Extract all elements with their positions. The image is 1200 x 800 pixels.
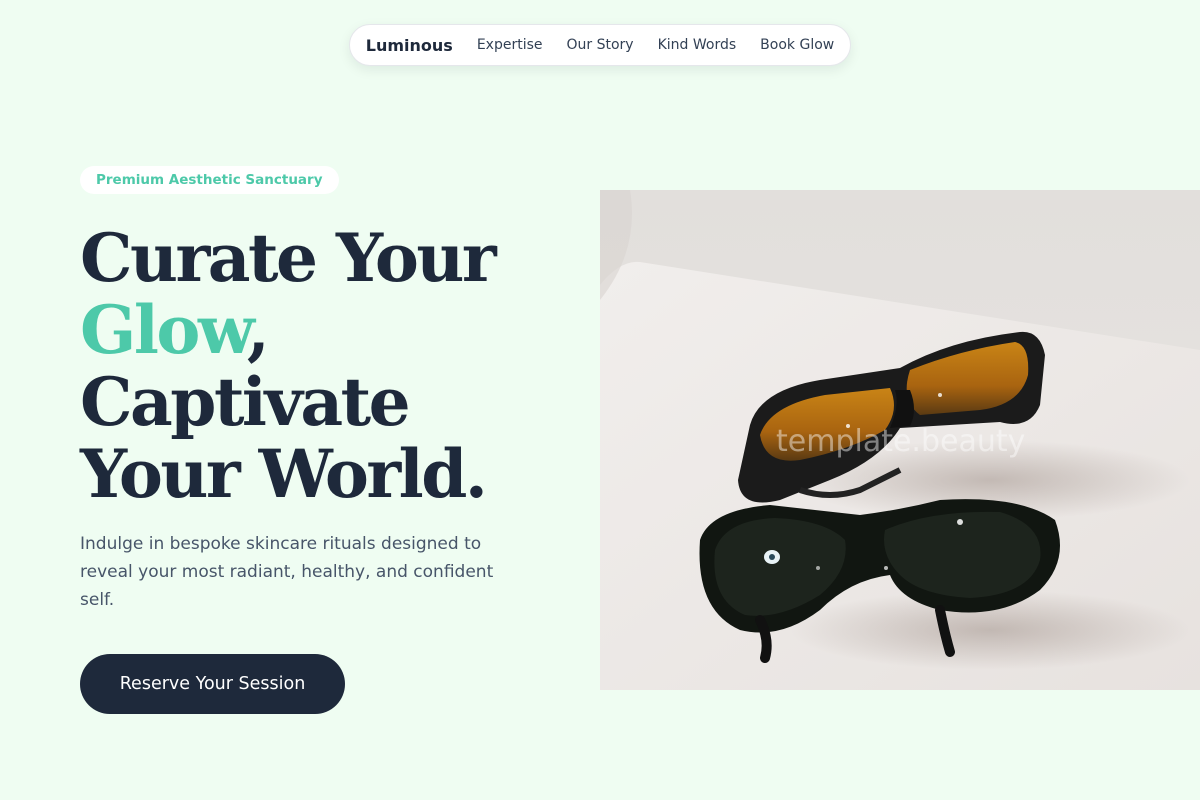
top-nav: Luminous Expertise Our Story Kind Words … [348, 24, 852, 66]
headline-accent-word: Glow [80, 291, 249, 369]
headline-line-3: Captivate [80, 363, 411, 441]
headline-line-2: Glow, [80, 294, 600, 366]
brand-logo[interactable]: Luminous [366, 36, 453, 55]
nav-link-kind-words[interactable]: Kind Words [658, 37, 737, 53]
nav-link-our-story[interactable]: Our Story [567, 37, 634, 53]
nav-link-expertise[interactable]: Expertise [477, 37, 543, 53]
headline-line-4: Your World. [80, 435, 488, 513]
headline-line-1: Curate Your [80, 219, 497, 297]
reserve-session-button[interactable]: Reserve Your Session [80, 654, 345, 714]
hero-badge: Premium Aesthetic Sanctuary [80, 166, 339, 194]
hero-description: Indulge in bespoke skincare rituals desi… [80, 534, 494, 610]
hero-image: template.beauty [600, 190, 1200, 690]
nav-wrapper: Luminous Expertise Our Story Kind Words … [0, 24, 1200, 66]
headline-accent-suffix: , [246, 291, 270, 369]
hero-headline: Curate Your Glow, Captivate Your World. [80, 222, 600, 510]
eyewear-photo [600, 190, 1200, 690]
nav-link-book-glow[interactable]: Book Glow [760, 37, 834, 53]
